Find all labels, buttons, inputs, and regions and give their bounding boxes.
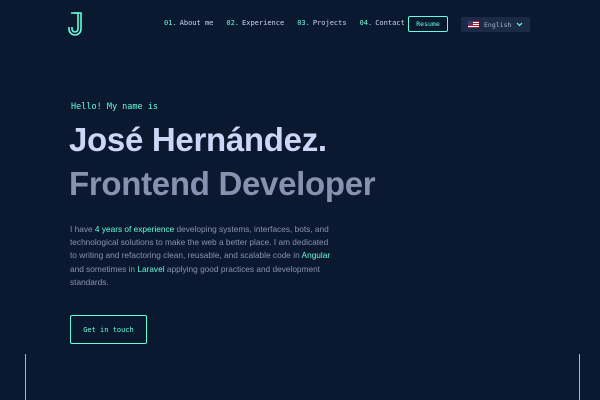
hero-name: José Hernández. [69,121,327,158]
nav-item-contact[interactable]: 04. Contact [360,19,405,27]
hero-role: Frontend Developer [69,165,376,202]
get-in-touch-button[interactable]: Get in touch [70,315,147,344]
nav-label: Projects [312,19,347,27]
main-nav: 01. About me 02. Experience 03. Projects… [164,19,418,27]
intro-highlight-laravel: Laravel [137,263,165,274]
nav-item-projects[interactable]: 03. Projects [297,19,346,27]
nav-label: About me [179,19,214,27]
nav-label: Experience [242,19,285,27]
intro-text: and sometimes in [70,263,138,274]
nav-item-about[interactable]: 01. About me [164,19,213,27]
chevron-down-icon [516,22,523,27]
language-select[interactable]: English [461,17,530,32]
intro-highlight-experience: 4 years of experience [94,224,175,234]
nav-number: 04. [359,19,373,27]
nav-number: 03. [297,19,310,27]
greeting: Hello! My name is [71,102,158,112]
intro-paragraph: I have 4 years of experience developing … [70,223,332,289]
right-side-line [579,354,580,400]
intro-highlight-angular: Angular [301,250,331,261]
language-label: English [484,20,512,29]
nav-number: 02. [226,19,240,27]
intro-text: I have [70,224,95,234]
j-logo-icon[interactable] [68,12,84,38]
nav-number: 01. [164,19,177,27]
left-side-line [25,354,26,400]
nav-label: Contact [375,19,405,27]
resume-button[interactable]: Resume [408,16,448,32]
us-flag-icon [468,21,479,28]
nav-item-experience[interactable]: 02. Experience [226,19,284,27]
